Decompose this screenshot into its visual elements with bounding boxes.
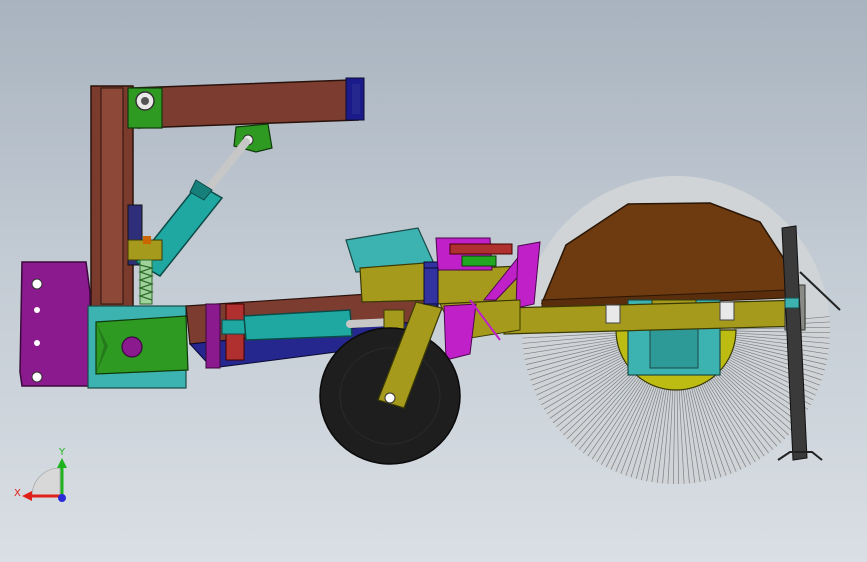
z-axis-dot (58, 494, 66, 502)
lift-arm[interactable] (131, 77, 365, 129)
mounting-plate[interactable] (19, 261, 91, 387)
cad-viewport[interactable]: Y X (0, 0, 867, 562)
axis-triad: Y X (14, 447, 67, 502)
lower-hitch-bracket[interactable] (87, 305, 189, 389)
sweeper-assembly-model[interactable]: Y X (0, 0, 867, 562)
arm-pivot-bracket (127, 87, 163, 129)
y-axis-label: Y (58, 447, 66, 458)
x-axis-label: X (14, 488, 21, 499)
